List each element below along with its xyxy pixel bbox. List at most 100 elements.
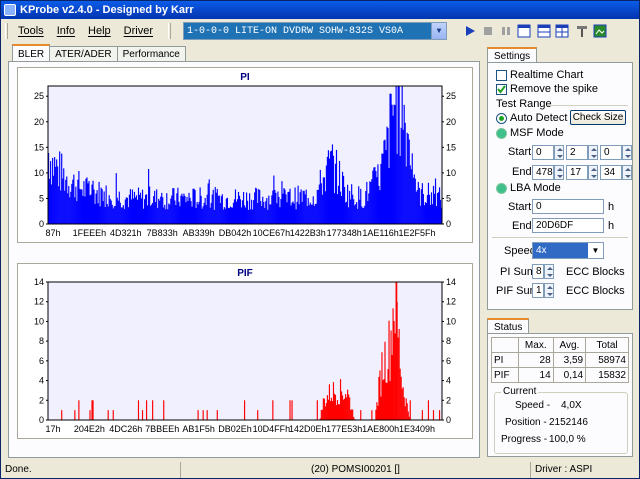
layout-single-button[interactable] [515, 22, 533, 40]
data-bar [91, 400, 93, 420]
chevron-down-icon[interactable]: ▼ [588, 243, 603, 258]
data-bar [202, 410, 204, 420]
data-bar [331, 401, 334, 420]
tab-status[interactable]: Status [487, 318, 530, 334]
split-chart-icon [537, 24, 551, 38]
msf-end-min[interactable]: 478 [532, 165, 554, 180]
data-bar [141, 189, 144, 224]
data-bar [134, 197, 137, 224]
data-bar [206, 194, 208, 224]
tab-ater-ader[interactable]: ATER/ADER [49, 46, 118, 62]
msf-start-min[interactable]: 0 [532, 145, 554, 160]
tab-settings[interactable]: Settings [487, 47, 538, 63]
data-bar [126, 197, 128, 224]
data-bar [295, 209, 297, 224]
data-bar [105, 185, 107, 224]
data-bar [281, 181, 283, 224]
status-panel: Max. Avg. Total PI 28 3,59 58974 PIF 14 … [487, 333, 633, 457]
current-speed-value: 4,0X [561, 400, 582, 411]
msf-start-sec[interactable]: 2 [566, 145, 588, 160]
play-button[interactable] [461, 22, 479, 40]
menu-tools[interactable]: Tools [18, 25, 44, 37]
data-bar [199, 187, 201, 224]
chevron-down-icon[interactable]: ▼ [431, 23, 446, 39]
data-bar [240, 207, 243, 224]
layout-grid-button[interactable] [553, 22, 571, 40]
data-bar [340, 391, 343, 420]
check-size-button[interactable]: Check Size [570, 110, 626, 125]
data-bar [289, 400, 291, 420]
data-bar [64, 190, 66, 224]
x-tick-label: 10CE67h [253, 228, 291, 238]
data-bar [314, 204, 316, 224]
layout-split-button[interactable] [535, 22, 553, 40]
data-bar [290, 205, 292, 224]
data-bar [273, 175, 275, 224]
tab-performance[interactable]: Performance [116, 46, 186, 62]
save-button[interactable] [591, 22, 609, 40]
remove-spike-checkbox[interactable] [496, 84, 507, 95]
data-bar [94, 203, 96, 224]
pif-sum-field[interactable]: 1 [532, 283, 544, 298]
data-bar [391, 104, 393, 224]
y-tick-label: 15 [446, 142, 456, 152]
menu-help[interactable]: Help [88, 25, 111, 37]
menu-info[interactable]: Info [57, 25, 75, 37]
data-bar [138, 194, 141, 224]
pi-sum-spin[interactable] [544, 264, 554, 279]
realtime-chart-checkbox[interactable] [496, 70, 507, 81]
lba-end-field[interactable]: 20D6DF [532, 218, 604, 233]
data-bar [241, 200, 244, 224]
menu-driver[interactable]: Driver [124, 25, 153, 37]
data-bar [305, 189, 307, 224]
data-bar [83, 181, 85, 224]
msf-start-frame-spin[interactable] [622, 145, 632, 160]
pause-icon [502, 27, 510, 35]
msf-end-frame-spin[interactable] [622, 165, 632, 180]
data-bar [254, 192, 256, 224]
tools-button[interactable] [573, 22, 591, 40]
data-bar [248, 209, 250, 224]
data-bar [405, 398, 407, 420]
drive-select[interactable]: 1-0-0-0 LITE-ON DVDRW SOHW-832S VS0A ▼ [183, 22, 447, 40]
lba-start-field[interactable]: 0 [532, 199, 604, 214]
pause-button[interactable] [497, 22, 515, 40]
msf-end-sec[interactable]: 17 [566, 165, 588, 180]
data-bar [245, 207, 247, 224]
test-range-divider [548, 105, 628, 106]
msf-end-min-spin[interactable] [554, 165, 564, 180]
data-bar [385, 382, 387, 420]
data-bar [356, 202, 358, 224]
auto-detect-radio[interactable] [496, 113, 507, 124]
data-bar [427, 182, 430, 224]
stop-button[interactable] [479, 22, 497, 40]
data-bar [346, 201, 348, 224]
msf-start-frame[interactable]: 0 [600, 145, 622, 160]
msf-mode-radio[interactable] [496, 128, 507, 139]
pi-sum-field[interactable]: 8 [532, 264, 544, 279]
x-tick-label: 1AE116h [362, 228, 398, 238]
msf-end-sec-spin[interactable] [588, 165, 598, 180]
speed-select[interactable]: 4x ▼ [532, 242, 604, 259]
data-bar [259, 189, 261, 224]
data-bar [374, 167, 376, 224]
msf-end-frame[interactable]: 34 [600, 165, 622, 180]
msf-start-sec-spin[interactable] [588, 145, 598, 160]
data-bar [234, 189, 237, 224]
data-bar [195, 207, 197, 224]
tab-bler[interactable]: BLER [12, 44, 51, 62]
lba-mode-radio[interactable] [496, 183, 507, 194]
data-bar [201, 208, 203, 224]
data-bar [326, 395, 328, 420]
data-bar [91, 184, 93, 224]
data-bar [183, 193, 185, 224]
pif-sum-spin[interactable] [544, 283, 554, 298]
data-bar [438, 187, 441, 224]
data-bar [420, 189, 422, 224]
msf-start-min-spin[interactable] [554, 145, 564, 160]
data-bar [279, 207, 281, 224]
data-bar [165, 209, 167, 224]
y-tick-label: 5 [446, 193, 451, 203]
data-bar [214, 187, 216, 224]
data-bar [128, 194, 130, 224]
